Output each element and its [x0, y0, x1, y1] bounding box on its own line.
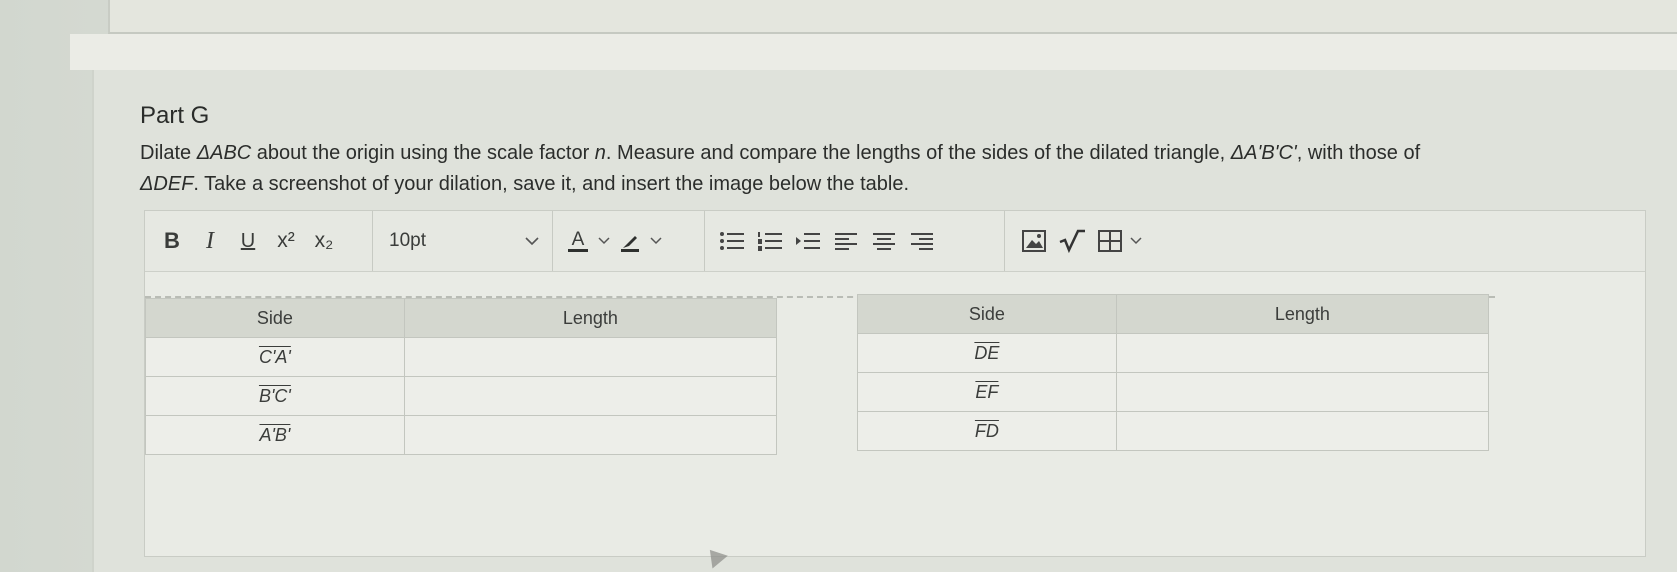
length-cell[interactable] — [1115, 333, 1490, 373]
font-size-value: 10pt — [389, 230, 426, 251]
table-row: DE — [857, 333, 1490, 373]
table-row: A'B' — [145, 415, 778, 455]
font-color-button[interactable]: A — [563, 221, 593, 261]
previous-question-card — [108, 0, 1677, 34]
bullet-list-icon — [720, 232, 744, 250]
font-size-select[interactable]: 10pt — [373, 211, 553, 271]
insert-image-button[interactable] — [1019, 221, 1049, 261]
instr-text: . Measure and compare the lengths of the… — [605, 142, 1231, 164]
align-left-icon — [835, 233, 857, 250]
side-cell[interactable]: EF — [857, 372, 1117, 412]
question-instructions: Dilate ΔABC about the origin using the s… — [140, 138, 1630, 200]
table-row: C'A' — [145, 337, 778, 377]
instr-text: . Take a screenshot of your dilation, sa… — [193, 173, 910, 195]
length-cell[interactable] — [403, 337, 778, 377]
side-label: C'A' — [258, 346, 291, 367]
side-label: B'C' — [258, 385, 291, 406]
align-center-icon — [873, 233, 895, 250]
math-equation-icon — [1059, 229, 1085, 254]
align-right-icon — [911, 233, 933, 250]
chevron-down-icon — [525, 237, 539, 246]
insert-group — [1005, 211, 1153, 271]
paragraph-group — [705, 211, 1005, 271]
numbered-list-button[interactable] — [755, 221, 785, 261]
side-cell[interactable]: DE — [857, 333, 1117, 373]
side-label: A'B' — [259, 424, 291, 445]
header-side: Side — [145, 298, 405, 338]
table-icon — [1098, 230, 1122, 252]
chevron-down-icon[interactable] — [1129, 236, 1143, 246]
side-length-table-def[interactable]: Side Length DE EF FD — [857, 294, 1490, 451]
bold-icon: B — [164, 228, 180, 253]
indent-icon — [796, 233, 820, 249]
indent-button[interactable] — [793, 221, 823, 261]
side-length-table-dilated[interactable]: Side Length C'A' B'C' A'B' — [145, 298, 778, 455]
highlight-button[interactable] — [615, 221, 645, 261]
instr-text: Dilate — [140, 142, 197, 164]
header-length: Length — [403, 298, 778, 338]
insert-table-button[interactable] — [1095, 221, 1125, 261]
length-cell[interactable] — [403, 376, 778, 416]
instr-text: , with those of — [1296, 142, 1421, 164]
superscript-icon: x² — [277, 229, 295, 252]
format-group: B I U x² x₂ — [145, 211, 373, 271]
length-cell[interactable] — [1115, 372, 1490, 412]
side-label: DE — [974, 342, 1000, 363]
page: Part G Dilate ΔABC about the origin usin… — [0, 0, 1677, 572]
color-group: A — [553, 211, 705, 271]
length-cell[interactable] — [403, 415, 778, 455]
instr-text: about the origin using the scale factor — [251, 142, 595, 164]
highlighter-icon — [621, 236, 639, 252]
table-row: FD — [857, 411, 1490, 451]
font-color-icon: A — [571, 228, 585, 250]
header-length: Length — [1115, 294, 1490, 334]
triangle-abc: ΔABC — [196, 142, 252, 164]
side-label: FD — [974, 420, 999, 441]
numbered-list-icon — [758, 232, 782, 251]
superscript-button[interactable]: x² — [271, 221, 301, 261]
editor-toolbar: B I U x² x₂ 10pt A — [145, 211, 1645, 272]
side-cell[interactable]: B'C' — [145, 376, 405, 416]
subscript-button[interactable]: x₂ — [309, 221, 339, 261]
table-row: B'C' — [145, 376, 778, 416]
editor-content[interactable]: Side Length C'A' B'C' A'B' Side Length D… — [145, 272, 1645, 556]
italic-button[interactable]: I — [195, 221, 225, 261]
subscript-icon: x₂ — [314, 229, 334, 252]
side-cell[interactable]: C'A' — [145, 337, 405, 377]
align-left-button[interactable] — [831, 221, 861, 261]
italic-icon: I — [206, 227, 214, 254]
header-side: Side — [857, 294, 1117, 334]
chevron-down-icon[interactable] — [649, 236, 663, 246]
insert-image-icon — [1022, 230, 1046, 252]
rich-text-editor[interactable]: B I U x² x₂ 10pt A Side Length C'A' B'C'… — [144, 210, 1646, 557]
math-equation-button[interactable] — [1057, 221, 1087, 261]
triangle-def: ΔDEF — [140, 173, 194, 195]
length-cell[interactable] — [1115, 411, 1490, 451]
table-row: EF — [857, 372, 1490, 412]
part-title: Part G — [140, 102, 210, 129]
chevron-down-icon[interactable] — [597, 236, 611, 246]
align-right-button[interactable] — [907, 221, 937, 261]
triangle-a-prime: ΔA'B'C' — [1230, 142, 1297, 164]
underline-icon: U — [240, 229, 256, 252]
scale-factor-n: n — [594, 142, 606, 164]
bullet-list-button[interactable] — [717, 221, 747, 261]
side-label: EF — [975, 381, 999, 402]
side-cell[interactable]: A'B' — [145, 415, 405, 455]
section-separator — [70, 34, 1677, 70]
side-cell[interactable]: FD — [857, 411, 1117, 451]
align-center-button[interactable] — [869, 221, 899, 261]
bold-button[interactable]: B — [157, 221, 187, 261]
underline-button[interactable]: U — [233, 221, 263, 261]
